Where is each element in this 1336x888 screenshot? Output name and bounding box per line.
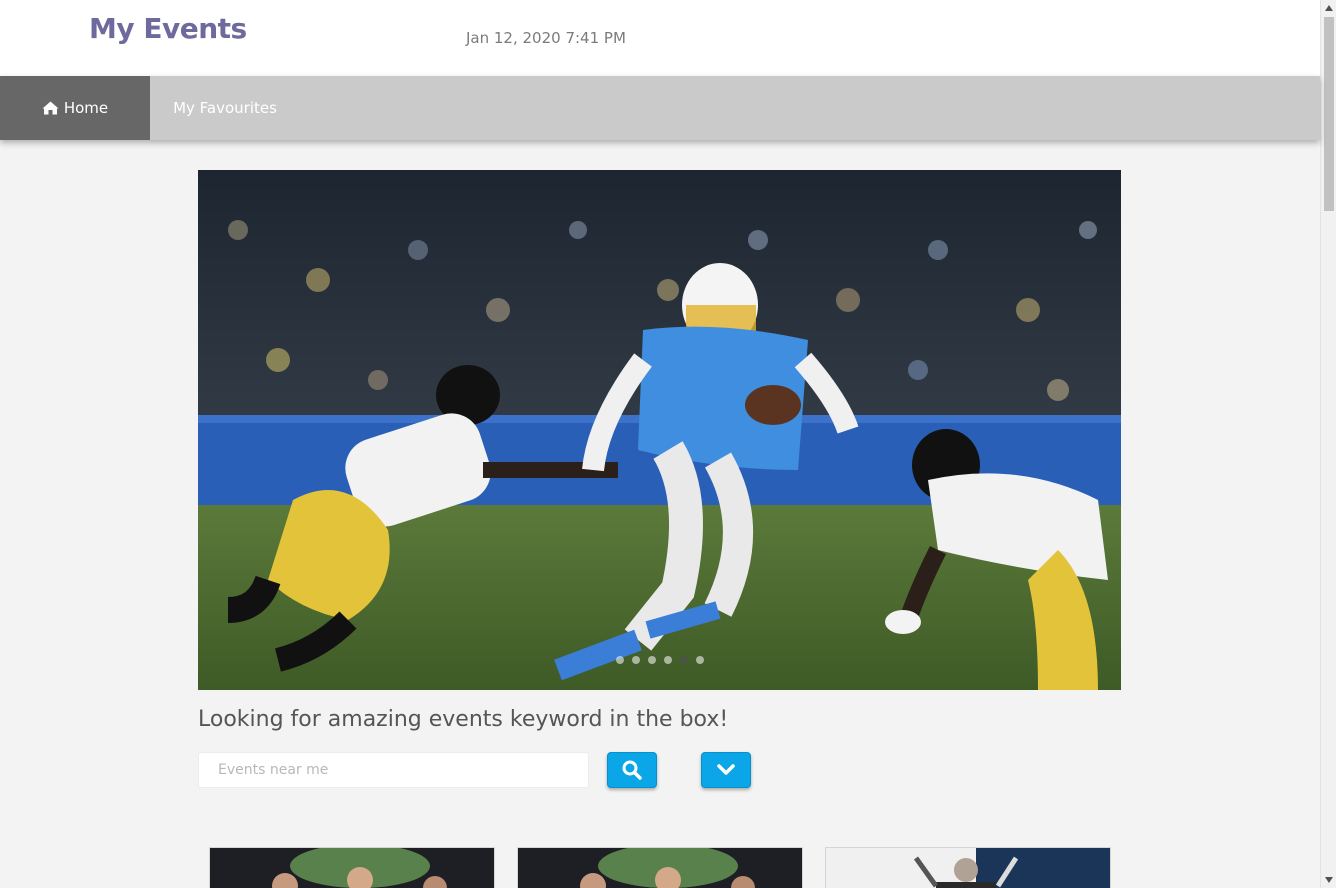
carousel-dot-active[interactable] bbox=[679, 656, 688, 664]
scroll-up-icon[interactable] bbox=[1321, 0, 1336, 16]
carousel-dot[interactable] bbox=[631, 656, 640, 664]
carousel-dot[interactable] bbox=[615, 656, 624, 664]
carousel-dot[interactable] bbox=[663, 656, 672, 664]
search-tagline: Looking for amazing events keyword in th… bbox=[198, 707, 729, 732]
home-icon bbox=[42, 101, 59, 115]
event-card-image bbox=[826, 848, 1110, 888]
search-input[interactable] bbox=[198, 752, 589, 788]
nav-item-favourites-label: My Favourites bbox=[173, 99, 277, 117]
event-card[interactable] bbox=[825, 847, 1111, 888]
expand-filters-button[interactable] bbox=[701, 752, 751, 788]
event-card-image bbox=[518, 848, 802, 888]
hero-carousel[interactable] bbox=[198, 170, 1121, 690]
app-title[interactable]: My Events bbox=[89, 12, 247, 45]
carousel-indicators bbox=[198, 656, 1121, 664]
scrollbar-thumb[interactable] bbox=[1324, 17, 1334, 211]
page: My Events Jan 12, 2020 7:41 PM Home My F… bbox=[0, 0, 1336, 888]
search-button[interactable] bbox=[607, 752, 657, 788]
nav-item-home[interactable]: Home bbox=[0, 76, 150, 140]
chevron-down-icon bbox=[717, 764, 735, 775]
scroll-down-icon[interactable] bbox=[1321, 872, 1336, 888]
nav-bar: Home My Favourites bbox=[0, 76, 1320, 140]
nav-item-my-favourites[interactable]: My Favourites bbox=[150, 76, 300, 140]
event-card[interactable] bbox=[209, 847, 495, 888]
carousel-dot[interactable] bbox=[647, 656, 656, 664]
event-card-image bbox=[210, 848, 494, 888]
carousel-dot[interactable] bbox=[695, 656, 704, 664]
current-datetime: Jan 12, 2020 7:41 PM bbox=[466, 29, 626, 47]
page-scrollbar[interactable] bbox=[1320, 0, 1336, 888]
search-icon bbox=[622, 760, 642, 780]
event-card[interactable] bbox=[517, 847, 803, 888]
header: My Events Jan 12, 2020 7:41 PM bbox=[0, 0, 1320, 76]
nav-item-home-label: Home bbox=[63, 99, 109, 117]
football-game-photo bbox=[198, 170, 1121, 690]
